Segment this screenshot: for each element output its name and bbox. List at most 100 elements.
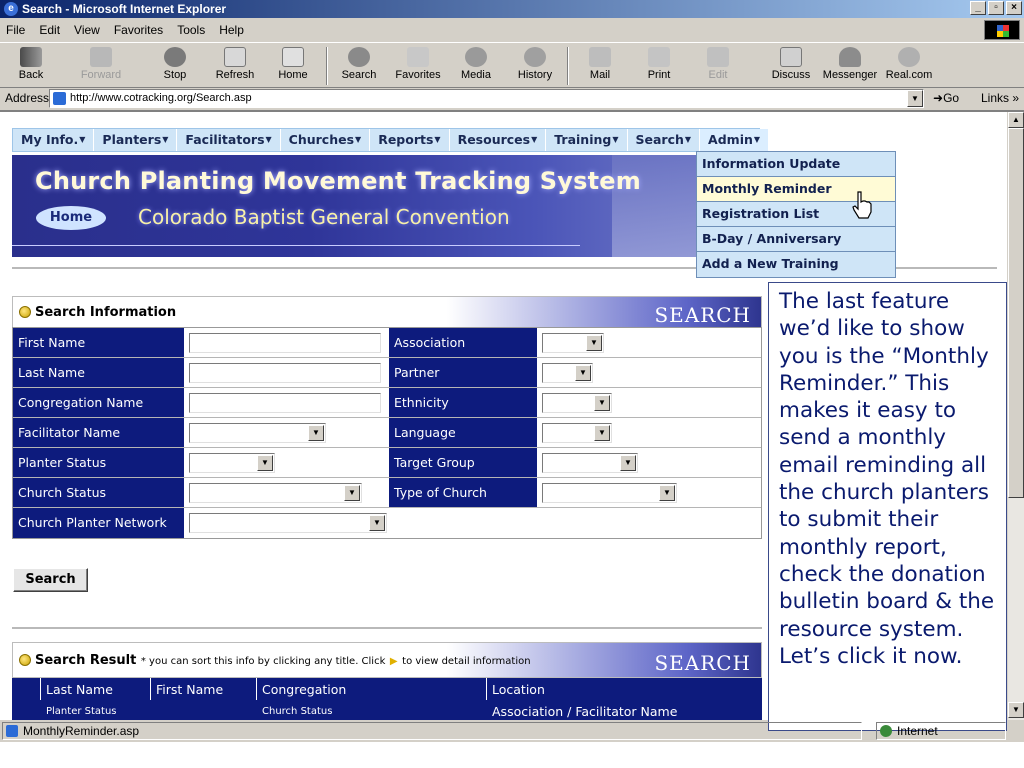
scroll-down-icon[interactable]: ▼ — [1008, 702, 1024, 718]
chevron-down-icon: ▼ — [620, 455, 636, 471]
bullet-icon — [19, 306, 31, 318]
type-of-church-select[interactable]: ▼ — [542, 483, 677, 503]
chevron-down-icon: ▼ — [308, 425, 324, 441]
col-last-name[interactable]: Last Name — [46, 682, 113, 697]
discuss-button[interactable]: Discuss — [762, 47, 820, 81]
home-button[interactable]: Home — [264, 47, 322, 81]
home-link[interactable]: Home — [36, 206, 106, 230]
windows-logo-icon — [984, 20, 1020, 40]
chevron-down-icon: ▼ — [594, 395, 610, 411]
col-planter-status[interactable]: Planter Status — [46, 706, 117, 717]
print-button[interactable]: Print — [630, 47, 688, 81]
print-icon — [648, 47, 670, 67]
first-name-input[interactable] — [189, 333, 381, 353]
last-name-input[interactable] — [189, 363, 381, 383]
media-icon — [465, 47, 487, 67]
status-text: MonthlyReminder.asp — [2, 722, 862, 740]
col-first-name[interactable]: First Name — [156, 682, 223, 697]
menu-edit[interactable]: Edit — [39, 23, 60, 37]
search-toolbar-button[interactable]: Search — [330, 47, 388, 81]
search-button[interactable]: Search — [13, 568, 88, 592]
messenger-button[interactable]: Messenger — [821, 47, 879, 81]
history-button[interactable]: History — [506, 47, 564, 81]
chevron-down-icon: ▼ — [659, 485, 675, 501]
nav-admin[interactable]: Admin▼ — [700, 129, 770, 151]
col-association-facilitator[interactable]: Association / Facilitator Name — [492, 704, 677, 719]
minimize-button[interactable]: _ — [970, 1, 986, 15]
section-title: Search Information — [35, 305, 177, 320]
partner-select[interactable]: ▼ — [542, 363, 593, 383]
last-name-label: Last Name — [13, 358, 184, 387]
hand-cursor-icon — [852, 191, 872, 219]
planter-status-select[interactable]: ▼ — [189, 453, 275, 473]
refresh-button[interactable]: Refresh — [206, 47, 264, 81]
real-icon — [898, 47, 920, 67]
nav-reports[interactable]: Reports▼ — [370, 129, 450, 151]
site-nav: My Info.▼ Planters▼ Facilitators▼ Church… — [12, 128, 770, 152]
ethnicity-select[interactable]: ▼ — [542, 393, 612, 413]
menu-item-bday-anniversary[interactable]: B-Day / Anniversary — [697, 227, 895, 252]
go-button[interactable]: ➜Go — [933, 91, 959, 105]
menu-favorites[interactable]: Favorites — [114, 23, 163, 37]
mail-button[interactable]: Mail — [571, 47, 629, 81]
vertical-scrollbar[interactable]: ▲ ▼ — [1007, 112, 1024, 720]
menu-file[interactable]: File — [6, 23, 25, 37]
col-congregation[interactable]: Congregation — [262, 682, 346, 697]
search-icon — [348, 47, 370, 67]
ie-logo-icon: e — [4, 2, 18, 16]
messenger-icon — [839, 47, 861, 67]
edit-button[interactable]: Edit — [689, 47, 747, 81]
menu-item-add-training[interactable]: Add a New Training — [697, 252, 895, 277]
target-group-select[interactable]: ▼ — [542, 453, 638, 473]
stop-button[interactable]: Stop — [146, 47, 204, 81]
menu-item-information-update[interactable]: Information Update — [697, 152, 895, 177]
address-dropdown-button[interactable]: ▼ — [907, 90, 923, 107]
mail-icon — [589, 47, 611, 67]
forward-button[interactable]: Forward — [72, 47, 130, 81]
congregation-name-label: Congregation Name — [13, 388, 184, 417]
realcom-button[interactable]: Real.com — [880, 47, 938, 81]
col-location[interactable]: Location — [492, 682, 545, 697]
church-planter-network-select[interactable]: ▼ — [189, 513, 387, 533]
site-subtitle: Colorado Baptist General Convention — [138, 205, 510, 229]
scroll-up-icon[interactable]: ▲ — [1008, 112, 1024, 128]
status-zone: Internet — [876, 722, 1006, 740]
scroll-thumb[interactable] — [1008, 128, 1024, 498]
section-tag: SEARCH — [654, 303, 751, 327]
search-result-header: Search Result * you can sort this info b… — [12, 642, 762, 678]
nav-facilitators[interactable]: Facilitators▼ — [177, 129, 281, 151]
nav-search[interactable]: Search▼ — [628, 129, 701, 151]
partner-label: Partner — [389, 358, 537, 387]
favorites-button[interactable]: Favorites — [389, 47, 447, 81]
globe-icon — [880, 725, 892, 737]
nav-my-info[interactable]: My Info.▼ — [13, 129, 95, 151]
church-status-label: Church Status — [13, 478, 184, 507]
planter-status-label: Planter Status — [13, 448, 184, 477]
language-select[interactable]: ▼ — [542, 423, 612, 443]
links-button[interactable]: Links » — [981, 91, 1019, 105]
address-input[interactable]: http://www.cotracking.org/Search.asp — [49, 89, 924, 108]
menu-tools[interactable]: Tools — [177, 23, 205, 37]
chevron-down-icon: ▼ — [575, 365, 591, 381]
close-button[interactable]: × — [1006, 1, 1022, 15]
menu-view[interactable]: View — [74, 23, 100, 37]
media-button[interactable]: Media — [447, 47, 505, 81]
col-church-status[interactable]: Church Status — [262, 706, 332, 717]
facilitator-name-select[interactable]: ▼ — [189, 423, 326, 443]
congregation-name-input[interactable] — [189, 393, 381, 413]
go-arrow-icon: ➜ — [933, 91, 944, 105]
nav-resources[interactable]: Resources▼ — [450, 129, 547, 151]
association-select[interactable]: ▼ — [542, 333, 604, 353]
maximize-button[interactable]: ▫ — [988, 1, 1004, 15]
church-status-select[interactable]: ▼ — [189, 483, 362, 503]
nav-planters[interactable]: Planters▼ — [94, 129, 178, 151]
nav-training[interactable]: Training▼ — [546, 129, 628, 151]
menu-help[interactable]: Help — [219, 23, 244, 37]
result-tag: SEARCH — [654, 651, 751, 675]
chevron-down-icon: ▼ — [586, 335, 602, 351]
favorites-icon — [407, 47, 429, 67]
church-planter-network-label: Church Planter Network — [13, 508, 184, 538]
back-button[interactable]: Back — [2, 47, 60, 81]
search-info-header: Search Information SEARCH — [12, 296, 762, 328]
nav-churches[interactable]: Churches▼ — [281, 129, 371, 151]
